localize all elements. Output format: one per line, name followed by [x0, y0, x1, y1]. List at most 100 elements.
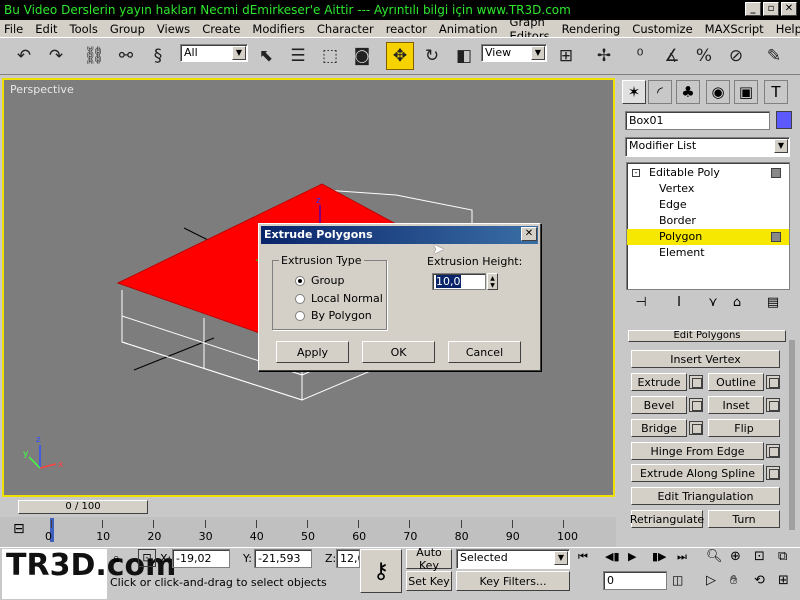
radio-local-normal[interactable]	[295, 294, 305, 304]
percent-snap-icon[interactable]: %	[690, 42, 718, 70]
track-bar-icon[interactable]: ⊟	[13, 521, 25, 537]
cancel-button[interactable]: Cancel	[448, 341, 521, 363]
extrude-along-spline-button[interactable]: Extrude Along Spline	[631, 464, 764, 482]
stack-border[interactable]: Border	[627, 213, 789, 229]
extrude-button[interactable]: Extrude	[631, 373, 687, 391]
display-tab-icon[interactable]: ▣	[734, 80, 758, 104]
snaps-toggle-icon[interactable]: ⁰	[626, 42, 654, 70]
outline-button[interactable]: Outline	[708, 373, 764, 391]
flip-button[interactable]: Flip	[708, 419, 780, 437]
menu-views[interactable]: Views	[157, 22, 190, 36]
rectangular-selection-icon[interactable]: ⬚	[316, 42, 344, 70]
apply-button[interactable]: Apply	[276, 341, 349, 363]
absolute-mode-icon[interactable]: ⊡	[138, 549, 156, 567]
pan-icon[interactable]: ✋︎	[730, 573, 737, 588]
zoom-extents-all-icon[interactable]: ⧉	[778, 549, 787, 564]
command-panel-scrollbar[interactable]	[789, 340, 795, 530]
remove-modifier-icon[interactable]: ⌂	[726, 295, 748, 313]
previous-frame-icon[interactable]: ◀▮	[605, 550, 620, 563]
show-end-result-icon[interactable]: Ⅰ	[668, 295, 690, 313]
select-and-rotate-icon[interactable]: ↻	[418, 42, 446, 70]
close-button[interactable]: ✕	[781, 2, 797, 16]
select-and-manipulate-icon[interactable]: ✢	[590, 42, 618, 70]
create-tab-icon[interactable]: ✶	[622, 80, 646, 104]
rollout-edit-polygons[interactable]: Edit Polygons	[628, 330, 786, 342]
set-key-button[interactable]: Set Key	[406, 571, 452, 591]
stack-edge[interactable]: Edge	[627, 197, 789, 213]
retriangulate-button[interactable]: Retriangulate	[630, 510, 704, 528]
menu-reactor[interactable]: reactor	[386, 22, 427, 36]
lock-selection-icon[interactable]: 🔒︎	[113, 551, 119, 566]
menu-character[interactable]: Character	[317, 22, 374, 36]
x-coordinate-field[interactable]: -19,02	[172, 549, 230, 568]
menu-edit[interactable]: Edit	[35, 22, 57, 36]
utilities-tab-icon[interactable]: T	[764, 80, 788, 104]
zoom-all-icon[interactable]: ⊕	[730, 549, 741, 564]
outline-settings-icon[interactable]	[766, 375, 780, 389]
menu-help[interactable]: Help	[776, 22, 800, 36]
selection-filter-dropdown[interactable]: All ▼	[180, 44, 248, 62]
inset-button[interactable]: Inset	[708, 396, 764, 414]
reference-coordinate-dropdown[interactable]: View ▼	[481, 44, 547, 62]
hinge-from-edge-button[interactable]: Hinge From Edge	[631, 442, 764, 460]
stack-vertex[interactable]: Vertex	[627, 181, 789, 197]
stack-polygon[interactable]: Polygon	[627, 229, 789, 245]
hinge-settings-icon[interactable]	[766, 444, 780, 458]
select-and-move-icon[interactable]: ✥	[386, 42, 414, 70]
set-key-icon[interactable]: ⚷	[360, 549, 402, 593]
menu-modifiers[interactable]: Modifiers	[252, 22, 305, 36]
auto-key-button[interactable]: Auto Key	[406, 546, 452, 572]
zoom-icon[interactable]: 🔍︎	[706, 549, 723, 564]
selection-set-dropdown[interactable]: Selected ▼	[456, 549, 570, 569]
redo-icon[interactable]: ↷	[42, 42, 70, 70]
select-and-link-icon[interactable]: ⛓	[80, 42, 108, 70]
object-color-swatch[interactable]	[776, 111, 792, 129]
menu-animation[interactable]: Animation	[439, 22, 498, 36]
bevel-button[interactable]: Bevel	[631, 396, 687, 414]
go-to-start-icon[interactable]: ⏮	[578, 550, 588, 564]
current-frame-field[interactable]: 0	[603, 571, 667, 590]
make-unique-icon[interactable]: ⋎	[702, 295, 724, 313]
field-of-view-icon[interactable]: ▷	[706, 573, 716, 588]
bridge-settings-icon[interactable]	[689, 421, 703, 435]
dialog-close-button[interactable]: ✕	[521, 227, 537, 241]
unlink-icon[interactable]: ⚯	[112, 42, 140, 70]
menu-customize[interactable]: Customize	[632, 22, 692, 36]
select-and-scale-icon[interactable]: ◧	[450, 42, 478, 70]
hierarchy-tab-icon[interactable]: ♣	[676, 80, 700, 104]
spinner-snap-icon[interactable]: ⊘	[722, 42, 750, 70]
maximize-button[interactable]: ▫	[763, 2, 779, 16]
undo-icon[interactable]: ↶	[10, 42, 38, 70]
menu-file[interactable]: File	[4, 22, 23, 36]
bevel-settings-icon[interactable]	[689, 398, 703, 412]
y-coordinate-field[interactable]: -21,593	[254, 549, 312, 568]
menu-group[interactable]: Group	[110, 22, 145, 36]
insert-vertex-button[interactable]: Insert Vertex	[631, 350, 780, 368]
menu-maxscript[interactable]: MAXScript	[705, 22, 764, 36]
extrude-settings-icon[interactable]	[689, 375, 703, 389]
menu-rendering[interactable]: Rendering	[562, 22, 621, 36]
window-crossing-icon[interactable]: ◙	[348, 42, 376, 70]
motion-tab-icon[interactable]: ◉	[706, 80, 730, 104]
arc-rotate-icon[interactable]: ⟲	[754, 573, 765, 588]
object-name-field[interactable]: Box01	[625, 111, 770, 130]
radio-group[interactable]	[295, 276, 305, 286]
play-icon[interactable]: ▶	[628, 550, 636, 563]
radio-by-polygon[interactable]	[295, 311, 305, 321]
stack-editable-poly[interactable]: - Editable Poly	[627, 165, 789, 181]
go-to-end-icon[interactable]: ⏭	[677, 550, 687, 564]
turn-button[interactable]: Turn	[708, 510, 780, 528]
use-pivot-center-icon[interactable]: ⊞	[552, 42, 580, 70]
stack-element[interactable]: Element	[627, 245, 789, 261]
key-mode-icon[interactable]: ◫	[672, 573, 683, 587]
key-filters-button[interactable]: Key Filters...	[456, 571, 570, 591]
inset-settings-icon[interactable]	[766, 398, 780, 412]
bridge-button[interactable]: Bridge	[631, 419, 687, 437]
menu-tools[interactable]: Tools	[70, 22, 98, 36]
next-frame-icon[interactable]: ▮▶	[652, 550, 667, 563]
pin-stack-icon[interactable]: ⊣	[630, 295, 652, 313]
minimize-button[interactable]: _	[745, 2, 761, 16]
time-slider[interactable]: 0 / 100	[18, 500, 148, 514]
extrusion-height-spinner[interactable]: ▲ ▼	[487, 273, 498, 290]
extrude-spline-settings-icon[interactable]	[766, 466, 780, 480]
